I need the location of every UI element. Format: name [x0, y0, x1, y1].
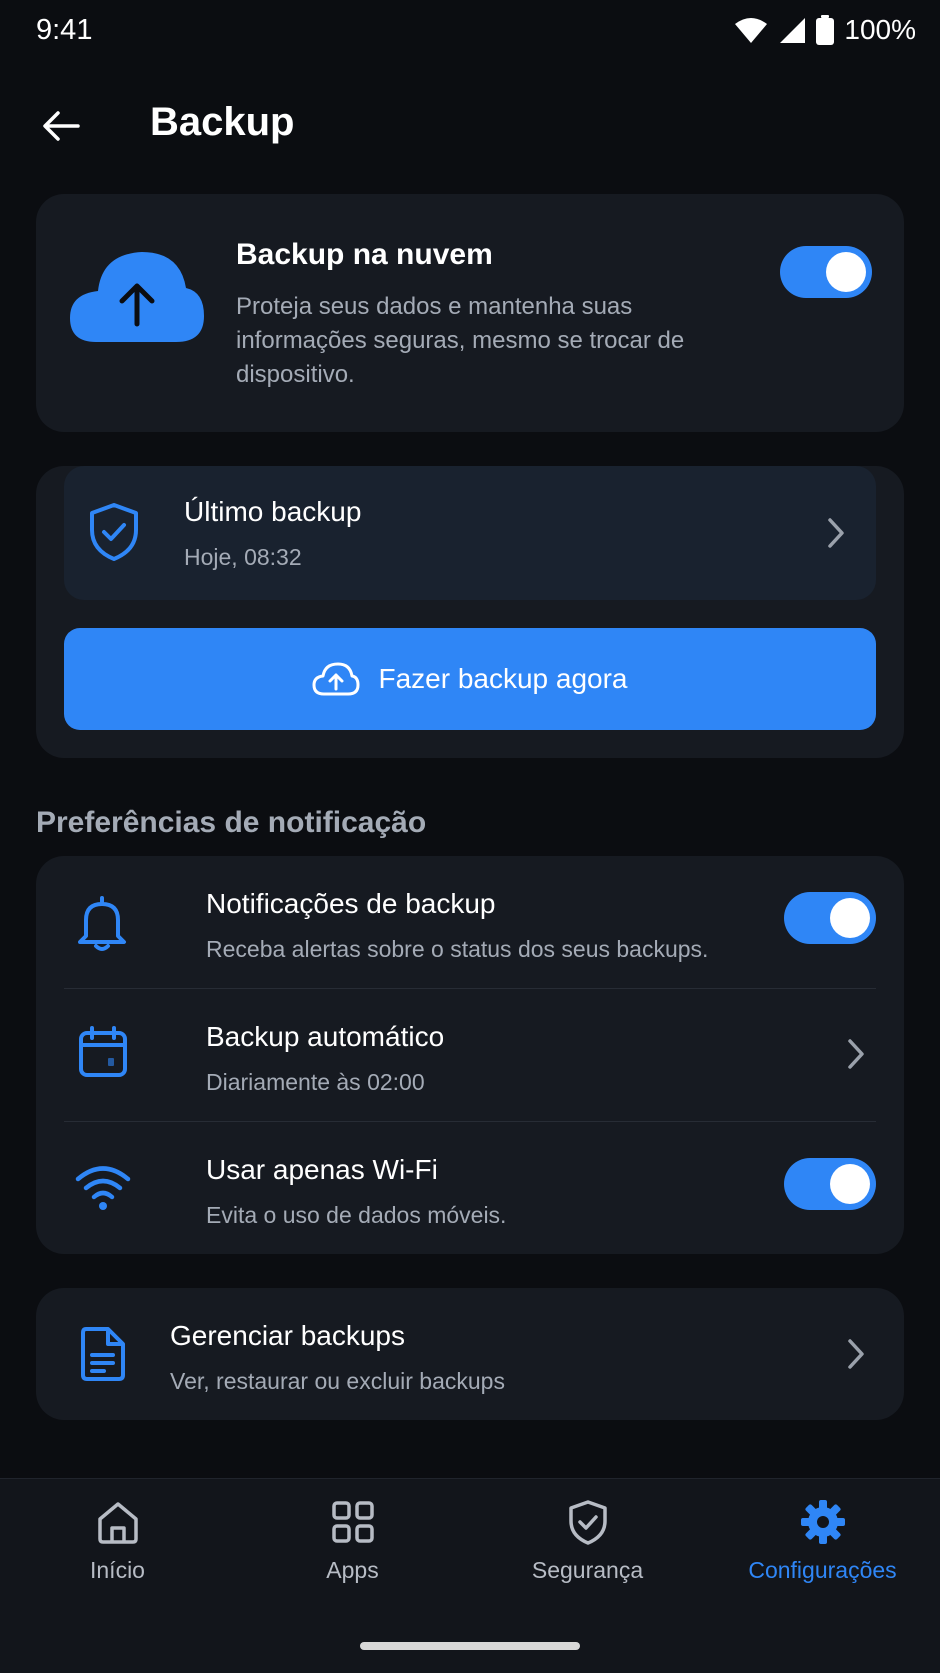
manage-backups-card[interactable]: Gerenciar backups Ver, restaurar ou excl…: [36, 1288, 904, 1420]
last-backup-title: Último backup: [184, 496, 362, 527]
chevron-right-icon: [848, 1339, 864, 1369]
home-indicator[interactable]: [360, 1642, 580, 1650]
status-icons: 100%: [734, 14, 916, 46]
shield-check-icon: [90, 503, 138, 561]
cloud-backup-description: Proteja seus dados e mantenha suas infor…: [236, 293, 685, 388]
nav-label: Apps: [326, 1557, 379, 1583]
page-title: Backup: [150, 100, 295, 144]
manage-backups-title: Gerenciar backups: [170, 1320, 406, 1351]
pref-subtitle: Evita o uso de dados móveis.: [206, 1202, 507, 1228]
cloud-upload-icon: [70, 252, 204, 342]
last-backup-row[interactable]: Último backup Hoje, 08:32: [64, 466, 876, 600]
pref-title: Notificações de backup: [206, 888, 496, 919]
pref-subtitle: Receba alertas sobre o status dos seus b…: [206, 936, 709, 962]
gear-icon: [800, 1500, 845, 1544]
cloud-backup-title: Backup na nuvem: [236, 238, 493, 271]
status-time: 9:41: [36, 14, 93, 46]
manage-backups-subtitle: Ver, restaurar ou excluir backups: [170, 1368, 505, 1394]
pref-row-backup-notifications[interactable]: Notificações de backup Receba alertas so…: [36, 856, 904, 988]
toggle-knob: [830, 1164, 870, 1204]
nav-item-configuracoes[interactable]: Configurações: [705, 1499, 940, 1584]
wifi-only-toggle[interactable]: [784, 1158, 876, 1210]
battery-icon: [816, 15, 835, 45]
backup-now-label: Fazer backup agora: [378, 663, 628, 694]
cloud-backup-toggle[interactable]: [780, 246, 872, 298]
pref-row-automatic-backup[interactable]: Backup automático Diariamente às 02:00: [36, 989, 904, 1121]
pref-title: Backup automático: [206, 1021, 445, 1052]
cellular-signal-icon: [780, 18, 806, 43]
app-bar: Backup: [0, 84, 940, 164]
cloud-backup-card: Backup na nuvem Proteja seus dados e man…: [36, 194, 904, 432]
toggle-knob: [830, 898, 870, 938]
wifi-icon: [75, 1166, 131, 1210]
wifi-signal-icon: [735, 18, 768, 43]
pref-title: Usar apenas Wi-Fi: [206, 1154, 438, 1185]
toggle-knob: [826, 252, 866, 292]
backup-now-button[interactable]: Fazer backup agora: [64, 628, 876, 730]
status-bar: 9:41 100%: [0, 0, 940, 64]
battery-percentage: 100%: [844, 14, 916, 45]
bell-icon: [78, 896, 126, 951]
grid-icon: [331, 1501, 374, 1543]
last-backup-card: Último backup Hoje, 08:32 Fazer backup a…: [36, 466, 904, 758]
cloud-upload-icon: [312, 662, 360, 696]
backup-notifications-toggle[interactable]: [784, 892, 876, 944]
nav-label: Segurança: [531, 1557, 644, 1583]
nav-item-seguranca[interactable]: Segurança: [470, 1499, 705, 1584]
last-backup-time: Hoje, 08:32: [184, 544, 302, 570]
calendar-icon: [79, 1026, 127, 1077]
document-icon: [81, 1327, 125, 1381]
pref-row-wifi-only[interactable]: Usar apenas Wi-Fi Evita o uso de dados m…: [36, 1122, 904, 1254]
shield-icon: [568, 1500, 607, 1545]
pref-subtitle: Diariamente às 02:00: [206, 1069, 425, 1095]
back-button[interactable]: [38, 102, 86, 150]
notification-preferences-card: Notificações de backup Receba alertas so…: [36, 856, 904, 1254]
notification-section-title: Preferências de notificação: [36, 806, 427, 839]
nav-item-apps[interactable]: Apps: [235, 1499, 470, 1584]
home-icon: [97, 1502, 138, 1544]
chevron-right-icon: [848, 1039, 864, 1069]
nav-label: Configurações: [748, 1557, 897, 1583]
chevron-right-icon: [828, 518, 844, 548]
nav-label: Início: [90, 1557, 145, 1583]
nav-item-inicio[interactable]: Início: [0, 1499, 235, 1584]
arrow-left-icon: [43, 111, 80, 141]
